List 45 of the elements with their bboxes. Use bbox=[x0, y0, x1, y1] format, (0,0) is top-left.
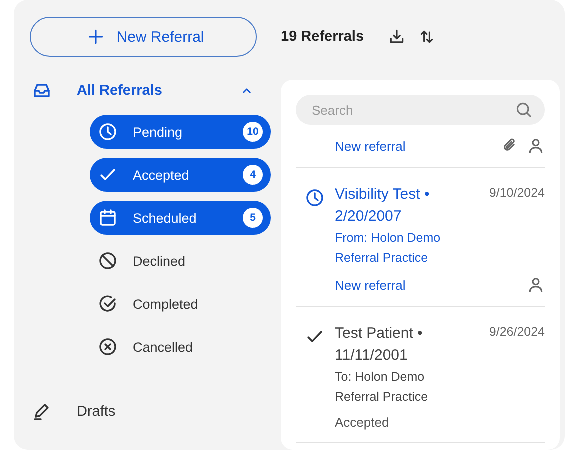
practice-name: To: Holon Demo Referral Practice bbox=[335, 369, 430, 406]
patient-name: Visibility Test • 2/20/2007 bbox=[335, 185, 431, 227]
referral-item[interactable]: Test Patient • 11/11/2001 To: Holon Demo Referral Practice 9/26/2024 Accepted bbox=[296, 307, 545, 443]
referral-status: New referral bbox=[335, 138, 407, 154]
referral-item[interactable]: Visibility Test • 2/20/2007 From: Holon Demo Referral Practice 9/10/2024 New referral bbox=[296, 168, 545, 307]
filter-label: Pending bbox=[133, 124, 184, 140]
status-filter[interactable]: Declined bbox=[90, 244, 271, 278]
count-badge: 5 bbox=[243, 208, 263, 228]
close-circle-icon bbox=[98, 337, 118, 357]
filter-label: Accepted bbox=[133, 168, 190, 182]
download-button[interactable] bbox=[388, 28, 406, 46]
status-filter[interactable]: Completed bbox=[90, 287, 271, 321]
pencil-icon bbox=[32, 402, 52, 422]
plus-icon bbox=[86, 28, 105, 46]
filter-label: Scheduled bbox=[133, 210, 198, 226]
count-badge: 4 bbox=[243, 165, 263, 185]
referral-status: Accepted bbox=[335, 415, 390, 430]
check-circle-icon bbox=[98, 294, 118, 314]
calendar-icon bbox=[98, 208, 118, 228]
search-icon bbox=[515, 101, 533, 119]
download-icon bbox=[388, 28, 406, 46]
status-filter[interactable]: Scheduled 5 bbox=[90, 201, 271, 235]
referral-date: 9/10/2024 bbox=[489, 185, 545, 202]
clock-icon bbox=[305, 188, 325, 208]
new-referral-button[interactable]: New Referral bbox=[30, 17, 257, 57]
referral-count: 19 Referrals bbox=[281, 29, 364, 45]
practice-name: From: Holon Demo Referral Practice bbox=[335, 230, 442, 267]
folder-item[interactable]: Drafts bbox=[30, 400, 255, 424]
folder-label: Drafts bbox=[77, 404, 117, 420]
count-badge: 10 bbox=[243, 122, 263, 142]
ban-icon bbox=[98, 251, 118, 271]
status-filter[interactable]: Cancelled bbox=[90, 330, 271, 364]
filter-label: Declined bbox=[133, 254, 187, 268]
referral-item[interactable]: New referral bbox=[296, 125, 545, 168]
status-filter[interactable]: Pending 10 bbox=[90, 115, 271, 149]
referral-date: 9/26/2024 bbox=[489, 324, 545, 341]
folder-item[interactable]: All Referrals bbox=[30, 79, 255, 103]
status-filter[interactable]: Accepted 4 bbox=[90, 158, 271, 192]
patient-name: Test Patient • 11/11/2001 bbox=[335, 324, 424, 366]
filter-label: Completed bbox=[133, 296, 200, 312]
filter-label: Cancelled bbox=[133, 340, 194, 354]
referral-status: New referral bbox=[335, 278, 407, 292]
folder-label: All Referrals bbox=[77, 83, 164, 99]
search-field[interactable]: Search bbox=[296, 95, 545, 125]
clock-icon bbox=[98, 122, 118, 142]
